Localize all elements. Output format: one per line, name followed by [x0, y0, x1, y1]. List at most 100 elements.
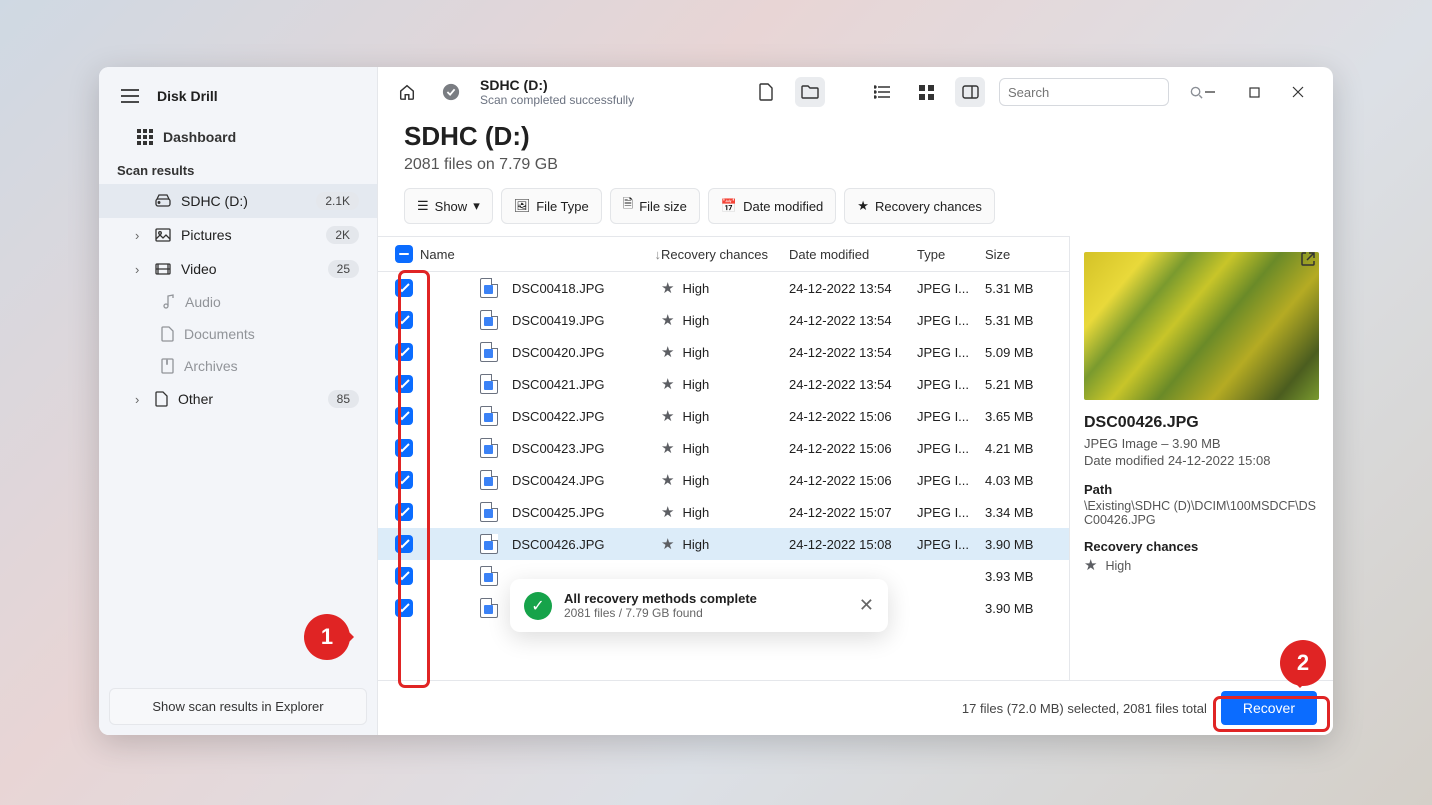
row-checkbox[interactable] [395, 407, 413, 425]
sidebar-item-audio[interactable]: Audio [99, 286, 377, 318]
table-row[interactable]: DSC00424.JPG★High24-12-2022 15:06JPEG I.… [378, 464, 1069, 496]
cell-size: 3.90 MB [985, 601, 1059, 616]
file-name: DSC00426.JPG [512, 537, 605, 552]
sidebar-item-archives[interactable]: Archives [99, 350, 377, 382]
table-row[interactable]: DSC00418.JPG★High24-12-2022 13:54JPEG I.… [378, 272, 1069, 304]
col-name[interactable]: Name [420, 247, 455, 262]
cell-recovery: ★High [661, 471, 789, 489]
list-view-icon[interactable] [867, 77, 897, 107]
row-checkbox[interactable] [395, 343, 413, 361]
cell-type: JPEG I... [917, 537, 985, 552]
table-row[interactable]: DSC00425.JPG★High24-12-2022 15:07JPEG I.… [378, 496, 1069, 528]
file-name: DSC00418.JPG [512, 281, 605, 296]
file-icon [480, 438, 498, 458]
table-row[interactable]: DSC00423.JPG★High24-12-2022 15:06JPEG I.… [378, 432, 1069, 464]
row-checkbox[interactable] [395, 471, 413, 489]
preview-filename: DSC00426.JPG [1084, 414, 1319, 432]
filter-show[interactable]: ☰Show▾ [404, 188, 493, 224]
filter-date-modified[interactable]: 📅Date modified [708, 188, 836, 224]
table-row[interactable]: DSC00422.JPG★High24-12-2022 15:06JPEG I.… [378, 400, 1069, 432]
check-circle-icon: ✓ [524, 592, 552, 620]
chevron-right-icon: › [135, 392, 145, 407]
search-input[interactable] [999, 78, 1169, 106]
preview-rec-value: ★High [1084, 556, 1319, 574]
col-size[interactable]: Size [985, 247, 1059, 262]
folder-view-icon[interactable] [795, 77, 825, 107]
row-checkbox[interactable] [395, 279, 413, 297]
cell-size: 5.21 MB [985, 377, 1059, 392]
file-name: DSC00419.JPG [512, 313, 605, 328]
sidebar-item-pictures[interactable]: ›Pictures2K [99, 218, 377, 252]
cell-size: 3.90 MB [985, 537, 1059, 552]
row-checkbox[interactable] [395, 567, 413, 585]
file-icon [480, 534, 498, 554]
table-row[interactable]: DSC00420.JPG★High24-12-2022 13:54JPEG I.… [378, 336, 1069, 368]
page-title: SDHC (D:) [404, 121, 1307, 152]
cell-date: 24-12-2022 15:08 [789, 537, 917, 552]
file-icon [480, 374, 498, 394]
filter-icon: ☰ [417, 198, 429, 214]
nav-dashboard[interactable]: Dashboard [99, 121, 377, 153]
cell-type: JPEG I... [917, 281, 985, 296]
open-external-icon[interactable] [1293, 244, 1323, 274]
toast-close-icon[interactable]: ✕ [859, 595, 874, 616]
archive-icon [161, 358, 174, 374]
filter-file-type[interactable]: 🖼File Type [501, 188, 602, 224]
filter-recovery-chances[interactable]: ★Recovery chances [844, 188, 995, 224]
table-header: Name↓ Recovery chances Date modified Typ… [378, 237, 1069, 272]
row-checkbox[interactable] [395, 375, 413, 393]
show-in-explorer-button[interactable]: Show scan results in Explorer [109, 688, 367, 725]
file-icon [480, 598, 498, 618]
cell-type: JPEG I... [917, 505, 985, 520]
sidebar-item-sdhc-d-[interactable]: SDHC (D:)2.1K [99, 184, 377, 218]
callout-1: 1 [304, 614, 350, 660]
preview-meta1: JPEG Image – 3.90 MB [1084, 436, 1319, 451]
cell-type: JPEG I... [917, 441, 985, 456]
filter-file-size[interactable]: 🗎File size [610, 188, 700, 224]
row-checkbox[interactable] [395, 599, 413, 617]
cell-size: 4.21 MB [985, 441, 1059, 456]
image-icon: 🖼 [514, 198, 531, 214]
col-date[interactable]: Date modified [789, 247, 917, 262]
nav-dashboard-label: Dashboard [163, 129, 359, 145]
star-icon: ★ [661, 472, 674, 489]
file-name: DSC00424.JPG [512, 473, 605, 488]
sidebar-item-label: Video [181, 261, 318, 277]
sidebar-item-documents[interactable]: Documents [99, 318, 377, 350]
select-all-checkbox[interactable] [395, 245, 413, 263]
status-check-icon [436, 77, 466, 107]
row-checkbox[interactable] [395, 311, 413, 329]
file-icon [480, 502, 498, 522]
close-icon[interactable] [1277, 77, 1319, 107]
sidebar-item-label: Audio [185, 294, 359, 310]
row-checkbox[interactable] [395, 535, 413, 553]
count-badge: 2.1K [316, 192, 359, 210]
minimize-icon[interactable] [1189, 77, 1231, 107]
star-icon: ★ [661, 376, 674, 393]
table-row[interactable]: DSC00426.JPG★High24-12-2022 15:08JPEG I.… [378, 528, 1069, 560]
table-row[interactable]: DSC00419.JPG★High24-12-2022 13:54JPEG I.… [378, 304, 1069, 336]
row-checkbox[interactable] [395, 503, 413, 521]
page-subtitle: 2081 files on 7.79 GB [404, 156, 1307, 174]
split-view-icon[interactable] [955, 77, 985, 107]
cell-type: JPEG I... [917, 345, 985, 360]
home-icon[interactable] [392, 77, 422, 107]
sidebar-item-video[interactable]: ›Video25 [99, 252, 377, 286]
col-type[interactable]: Type [917, 247, 985, 262]
maximize-icon[interactable] [1233, 77, 1275, 107]
cell-type: JPEG I... [917, 473, 985, 488]
menu-icon[interactable] [115, 81, 145, 111]
grid-view-icon[interactable] [911, 77, 941, 107]
cell-recovery: ★High [661, 343, 789, 361]
chevron-right-icon: › [135, 262, 145, 277]
table-row[interactable]: DSC00421.JPG★High24-12-2022 13:54JPEG I.… [378, 368, 1069, 400]
row-checkbox[interactable] [395, 439, 413, 457]
col-recovery[interactable]: Recovery chances [661, 247, 789, 262]
file-icon [480, 406, 498, 426]
file-view-icon[interactable] [751, 77, 781, 107]
image-icon [155, 228, 171, 242]
search-field[interactable] [1008, 85, 1184, 100]
cell-date: 24-12-2022 15:06 [789, 409, 917, 424]
doc-icon [161, 326, 174, 342]
sidebar-item-other[interactable]: ›Other85 [99, 382, 377, 416]
